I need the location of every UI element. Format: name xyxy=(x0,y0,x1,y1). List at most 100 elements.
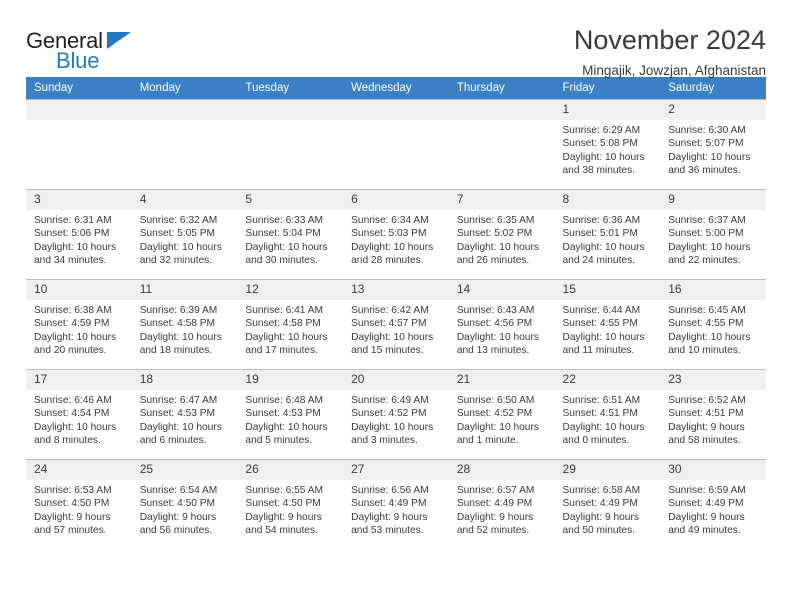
day-number: 30 xyxy=(660,460,766,480)
sunrise-text: Sunrise: 6:45 AM xyxy=(668,305,746,316)
day-number: 23 xyxy=(660,370,766,390)
day-details: Sunrise: 6:43 AM Sunset: 4:56 PM Daylight:… xyxy=(449,300,555,358)
sunrise-text: Sunrise: 6:32 AM xyxy=(139,215,218,226)
daylight-text: Daylight: 10 hours and 15 minutes. xyxy=(351,331,434,357)
sunrise-text: Sunrise: 6:36 AM xyxy=(562,215,641,226)
sunrise-text: Sunrise: 6:42 AM xyxy=(351,305,429,316)
day-details: Sunrise: 6:39 AM Sunset: 4:58 PM Daylight:… xyxy=(132,300,238,358)
day-details: Sunrise: 6:34 AM Sunset: 5:03 PM Daylight:… xyxy=(343,210,449,268)
sunrise-text: Sunrise: 6:34 AM xyxy=(351,215,429,226)
daylight-text: Daylight: 10 hours and 24 minutes. xyxy=(562,241,645,267)
day-number: 2 xyxy=(660,100,766,120)
sunset-text: Sunset: 4:59 PM xyxy=(34,318,110,330)
sunset-text: Sunset: 4:56 PM xyxy=(456,318,533,330)
calendar-day-cell: 20 Sunrise: 6:49 AM Sunset: 4:52 PM Dayligh… xyxy=(343,369,449,460)
day-details: Sunrise: 6:54 AM Sunset: 4:50 PM Daylight:… xyxy=(132,480,238,538)
sunset-text: Sunset: 5:08 PM xyxy=(562,138,638,150)
sunset-text: Sunset: 5:04 PM xyxy=(245,228,321,240)
calendar-day-cell-empty xyxy=(26,99,132,190)
day-details: Sunrise: 6:44 AM Sunset: 4:55 PM Daylight:… xyxy=(555,300,661,358)
calendar-day-cell: 12 Sunrise: 6:41 AM Sunset: 4:58 PM Dayligh… xyxy=(237,279,344,370)
sunset-text: Sunset: 4:50 PM xyxy=(139,498,216,510)
sunset-text: Sunset: 4:51 PM xyxy=(668,408,744,420)
calendar-day-cell: 22 Sunrise: 6:51 AM Sunset: 4:51 PM Dayligh… xyxy=(554,369,661,460)
day-number: 19 xyxy=(237,370,344,390)
day-number xyxy=(237,100,344,120)
day-number: 29 xyxy=(554,460,661,480)
sunset-text: Sunset: 4:49 PM xyxy=(668,498,744,510)
day-number: 13 xyxy=(343,280,449,300)
calendar-week-row: 10 Sunrise: 6:38 AM Sunset: 4:59 PM Dayligh… xyxy=(26,279,766,370)
sunrise-text: Sunrise: 6:55 AM xyxy=(245,485,323,496)
daylight-text: Daylight: 10 hours and 36 minutes. xyxy=(668,151,751,177)
day-number: 17 xyxy=(26,370,132,390)
calendar-day-cell: 1 Sunrise: 6:29 AM Sunset: 5:08 PM Daylight… xyxy=(554,99,661,190)
weekday-header-saturday: Saturday xyxy=(660,77,766,100)
daylight-text: Daylight: 10 hours and 10 minutes. xyxy=(668,331,751,357)
sunrise-text: Sunrise: 6:38 AM xyxy=(34,305,112,316)
sunset-text: Sunset: 4:53 PM xyxy=(139,408,216,420)
weekday-header-sunday: Sunday xyxy=(26,77,132,100)
daylight-text: Daylight: 10 hours and 5 minutes. xyxy=(245,421,328,447)
day-number: 1 xyxy=(554,100,661,120)
day-number xyxy=(448,100,555,120)
daylight-text: Daylight: 10 hours and 17 minutes. xyxy=(245,331,328,357)
day-number xyxy=(343,100,449,120)
day-number: 14 xyxy=(448,280,555,300)
sunset-text: Sunset: 4:49 PM xyxy=(351,498,427,510)
day-number: 16 xyxy=(660,280,766,300)
day-details: Sunrise: 6:30 AM Sunset: 5:07 PM Daylight:… xyxy=(660,120,766,178)
calendar-day-cell: 8 Sunrise: 6:36 AM Sunset: 5:01 PM Daylight… xyxy=(554,189,661,280)
calendar-day-cell: 26 Sunrise: 6:55 AM Sunset: 4:50 PM Dayligh… xyxy=(237,459,344,550)
daylight-text: Daylight: 9 hours and 58 minutes. xyxy=(668,421,745,447)
calendar-day-cell: 19 Sunrise: 6:48 AM Sunset: 4:53 PM Dayligh… xyxy=(237,369,344,460)
daylight-text: Daylight: 10 hours and 6 minutes. xyxy=(139,421,222,447)
calendar-day-cell: 18 Sunrise: 6:47 AM Sunset: 4:53 PM Dayligh… xyxy=(131,369,238,460)
sunset-text: Sunset: 4:51 PM xyxy=(562,408,638,420)
logo-text-blue: Blue xyxy=(56,48,100,73)
daylight-text: Daylight: 10 hours and 38 minutes. xyxy=(562,151,645,177)
calendar-day-cell: 17 Sunrise: 6:46 AM Sunset: 4:54 PM Dayligh… xyxy=(26,369,132,460)
daylight-text: Daylight: 10 hours and 1 minute. xyxy=(456,421,539,447)
sunrise-text: Sunrise: 6:39 AM xyxy=(139,305,218,316)
day-details: Sunrise: 6:51 AM Sunset: 4:51 PM Daylight:… xyxy=(555,390,661,448)
day-details: Sunrise: 6:42 AM Sunset: 4:57 PM Daylight:… xyxy=(343,300,449,358)
general-blue-logo: General Blue xyxy=(26,26,156,74)
weekday-header-friday: Friday xyxy=(554,77,661,100)
sunset-text: Sunset: 4:58 PM xyxy=(245,318,321,330)
sunset-text: Sunset: 5:05 PM xyxy=(139,228,216,240)
calendar-day-cell: 6 Sunrise: 6:34 AM Sunset: 5:03 PM Daylight… xyxy=(343,189,449,280)
daylight-text: Daylight: 10 hours and 30 minutes. xyxy=(245,241,328,267)
calendar-day-cell: 15 Sunrise: 6:44 AM Sunset: 4:55 PM Dayligh… xyxy=(554,279,661,370)
calendar-body: 1 Sunrise: 6:29 AM Sunset: 5:08 PM Daylight… xyxy=(26,99,766,550)
day-number: 5 xyxy=(237,190,344,210)
calendar-day-cell: 23 Sunrise: 6:52 AM Sunset: 4:51 PM Dayligh… xyxy=(660,369,766,460)
sunset-text: Sunset: 4:53 PM xyxy=(245,408,321,420)
sunrise-text: Sunrise: 6:48 AM xyxy=(245,395,323,406)
day-details: Sunrise: 6:32 AM Sunset: 5:05 PM Daylight:… xyxy=(132,210,238,268)
sunrise-text: Sunrise: 6:54 AM xyxy=(139,485,218,496)
calendar-day-cell: 25 Sunrise: 6:54 AM Sunset: 4:50 PM Dayligh… xyxy=(131,459,238,550)
daylight-text: Daylight: 9 hours and 53 minutes. xyxy=(351,511,428,537)
calendar-day-cell: 5 Sunrise: 6:33 AM Sunset: 5:04 PM Daylight… xyxy=(237,189,344,280)
sunset-text: Sunset: 5:01 PM xyxy=(562,228,638,240)
day-details: Sunrise: 6:52 AM Sunset: 4:51 PM Daylight:… xyxy=(660,390,766,448)
day-number: 6 xyxy=(343,190,449,210)
sunrise-text: Sunrise: 6:52 AM xyxy=(668,395,746,406)
day-number: 27 xyxy=(343,460,449,480)
day-number: 18 xyxy=(131,370,238,390)
day-details: Sunrise: 6:53 AM Sunset: 4:50 PM Daylight:… xyxy=(26,480,132,538)
day-number: 24 xyxy=(26,460,132,480)
calendar-day-cell: 21 Sunrise: 6:50 AM Sunset: 4:52 PM Dayligh… xyxy=(448,369,555,460)
calendar-day-cell: 30 Sunrise: 6:59 AM Sunset: 4:49 PM Dayligh… xyxy=(660,459,766,550)
day-number: 7 xyxy=(448,190,555,210)
sunrise-text: Sunrise: 6:35 AM xyxy=(456,215,535,226)
calendar-day-cell: 4 Sunrise: 6:32 AM Sunset: 5:05 PM Daylight… xyxy=(131,189,238,280)
day-number: 4 xyxy=(131,190,238,210)
daylight-text: Daylight: 9 hours and 57 minutes. xyxy=(34,511,111,537)
page-title: November 2024 xyxy=(573,25,766,55)
sunset-text: Sunset: 4:50 PM xyxy=(34,498,110,510)
sunrise-text: Sunrise: 6:59 AM xyxy=(668,485,746,496)
weekday-header-wednesday: Wednesday xyxy=(343,77,449,100)
daylight-text: Daylight: 10 hours and 22 minutes. xyxy=(668,241,751,267)
